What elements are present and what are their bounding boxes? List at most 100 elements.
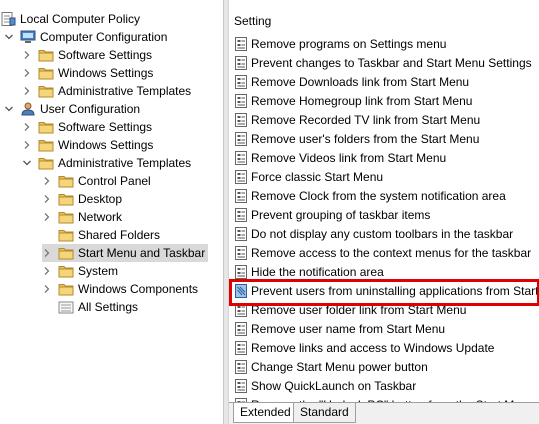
setting-row[interactable]: Remove user's folders from the Start Men… [229, 129, 539, 148]
setting-label: Remove user's folders from the Start Men… [251, 131, 480, 146]
folder-icon [38, 156, 54, 170]
policy-setting-icon [234, 74, 248, 89]
setting-row[interactable]: Prevent changes to Taskbar and Start Men… [229, 53, 539, 72]
folder-icon [58, 210, 74, 224]
chevron-down-icon[interactable] [22, 158, 32, 168]
chevron-right-icon[interactable] [22, 122, 32, 132]
chevron-right-icon[interactable] [22, 86, 32, 96]
tree-item[interactable]: Administrative Templates [22, 154, 191, 172]
policy-setting-icon [234, 379, 248, 394]
settings-list: Setting Remove programs on Settings menu… [229, 0, 539, 402]
folder-icon [58, 174, 74, 188]
folder-icon [38, 84, 54, 98]
setting-row[interactable]: Remove access to the context menus for t… [229, 244, 539, 263]
setting-row[interactable]: Remove Clock from the system notificatio… [229, 186, 539, 205]
policy-setting-icon [234, 150, 248, 165]
folder-icon [38, 48, 54, 62]
tree-item[interactable]: Administrative Templates [22, 82, 191, 100]
setting-label: Prevent changes to Taskbar and Start Men… [251, 55, 532, 70]
folder-icon [38, 138, 54, 152]
tree-item-label: Software Settings [58, 48, 153, 62]
tree-item-label: Software Settings [58, 120, 153, 134]
policy-setting-icon [234, 93, 248, 108]
chevron-right-icon[interactable] [42, 248, 52, 258]
setting-row[interactable]: Remove programs on Settings menu [229, 34, 539, 53]
setting-row[interactable]: Prevent users from uninstalling applicat… [229, 282, 539, 301]
folder-icon [58, 282, 74, 296]
tree-item-label: Start Menu and Taskbar [78, 246, 206, 260]
tree-item[interactable]: User Configuration [4, 100, 140, 118]
tree-item-label: Windows Settings [58, 138, 154, 152]
tree-item[interactable]: Network [42, 208, 122, 226]
setting-row[interactable]: Change Start Menu power button [229, 358, 539, 377]
tree-item[interactable]: Computer Configuration [4, 28, 167, 46]
tree-item[interactable]: Shared Folders [42, 226, 160, 244]
tree-item-label: Computer Configuration [40, 30, 168, 44]
policy-setting-icon [234, 265, 248, 280]
setting-column-header[interactable]: Setting [234, 14, 271, 28]
setting-label: Remove Recorded TV link from Start Menu [251, 112, 481, 127]
policy-setting-icon [234, 284, 248, 299]
policy-setting-icon [234, 55, 248, 70]
setting-label: Remove programs on Settings menu [251, 36, 447, 51]
tree-item[interactable]: System [42, 262, 118, 280]
policy-setting-icon [234, 112, 248, 127]
policy-setting-icon [234, 36, 248, 51]
folder-icon [58, 246, 74, 260]
tree-item[interactable]: Start Menu and Taskbar [42, 244, 209, 262]
setting-row[interactable]: Remove Videos link from Start Menu [229, 148, 539, 167]
tab-standard[interactable]: Standard [293, 403, 356, 423]
setting-row[interactable]: Remove links and access to Windows Updat… [229, 339, 539, 358]
setting-label: Hide the notification area [251, 265, 384, 280]
setting-row[interactable]: Do not display any custom toolbars in th… [229, 225, 539, 244]
chevron-right-icon[interactable] [42, 194, 52, 204]
setting-label: Force classic Start Menu [251, 169, 384, 184]
tree-item[interactable]: Local Computer Policy [0, 10, 140, 28]
chevron-right-icon[interactable] [22, 50, 32, 60]
chevron-right-icon[interactable] [42, 212, 52, 222]
setting-row[interactable]: Show QuickLaunch on Taskbar [229, 377, 539, 396]
tree-item[interactable]: Desktop [42, 190, 122, 208]
chevron-right-icon[interactable] [22, 68, 32, 78]
tree-item[interactable]: Windows Settings [22, 136, 153, 154]
setting-row[interactable]: Prevent grouping of taskbar items [229, 205, 539, 224]
tree-item[interactable]: Control Panel [42, 172, 151, 190]
setting-row[interactable]: Force classic Start Menu [229, 167, 539, 186]
tree-item[interactable]: All Settings [42, 298, 138, 316]
setting-label: Do not display any custom toolbars in th… [251, 227, 514, 241]
setting-row[interactable]: Remove user folder link from Start Menu [229, 301, 539, 320]
tree-item[interactable]: Windows Settings [22, 64, 153, 82]
tree-item[interactable]: Software Settings [22, 118, 152, 136]
setting-row[interactable]: Remove Recorded TV link from Start Menu [229, 110, 539, 129]
setting-label: Remove Homegroup link from Start Menu [251, 93, 473, 108]
policy-setting-icon [234, 341, 248, 356]
setting-row[interactable]: Remove Homegroup link from Start Menu [229, 91, 539, 110]
chevron-down-icon[interactable] [4, 104, 14, 114]
policy-document-icon [0, 12, 16, 26]
chevron-right-icon[interactable] [42, 176, 52, 186]
tab-extended[interactable]: Extended [233, 403, 298, 423]
all-settings-icon [58, 300, 74, 314]
chevron-down-icon[interactable] [4, 32, 14, 42]
tree-item-label: Shared Folders [78, 228, 161, 242]
tree-item[interactable]: Windows Components [42, 280, 198, 298]
chevron-right-icon[interactable] [22, 140, 32, 150]
setting-row[interactable]: Hide the notification area [229, 263, 539, 282]
chevron-right-icon[interactable] [42, 266, 52, 276]
setting-label: Remove user name from Start Menu [251, 322, 446, 337]
setting-label: Show QuickLaunch on Taskbar [251, 379, 417, 394]
setting-row[interactable]: Remove user name from Start Menu [229, 320, 539, 339]
policy-setting-icon [234, 322, 248, 337]
tree-item-label: Local Computer Policy [20, 12, 141, 26]
view-tab-bar: Extended Standard [229, 402, 539, 424]
tree-item-label: Administrative Templates [58, 84, 192, 98]
tree-item[interactable]: Software Settings [22, 46, 152, 64]
chevron-right-icon[interactable] [42, 284, 52, 294]
tree-item-label: Desktop [78, 192, 123, 206]
tree-item-label: All Settings [78, 300, 139, 314]
setting-row[interactable]: Remove Downloads link from Start Menu [229, 72, 539, 91]
setting-label: Prevent users from uninstalling applicat… [251, 284, 539, 299]
policy-setting-icon [234, 303, 248, 318]
